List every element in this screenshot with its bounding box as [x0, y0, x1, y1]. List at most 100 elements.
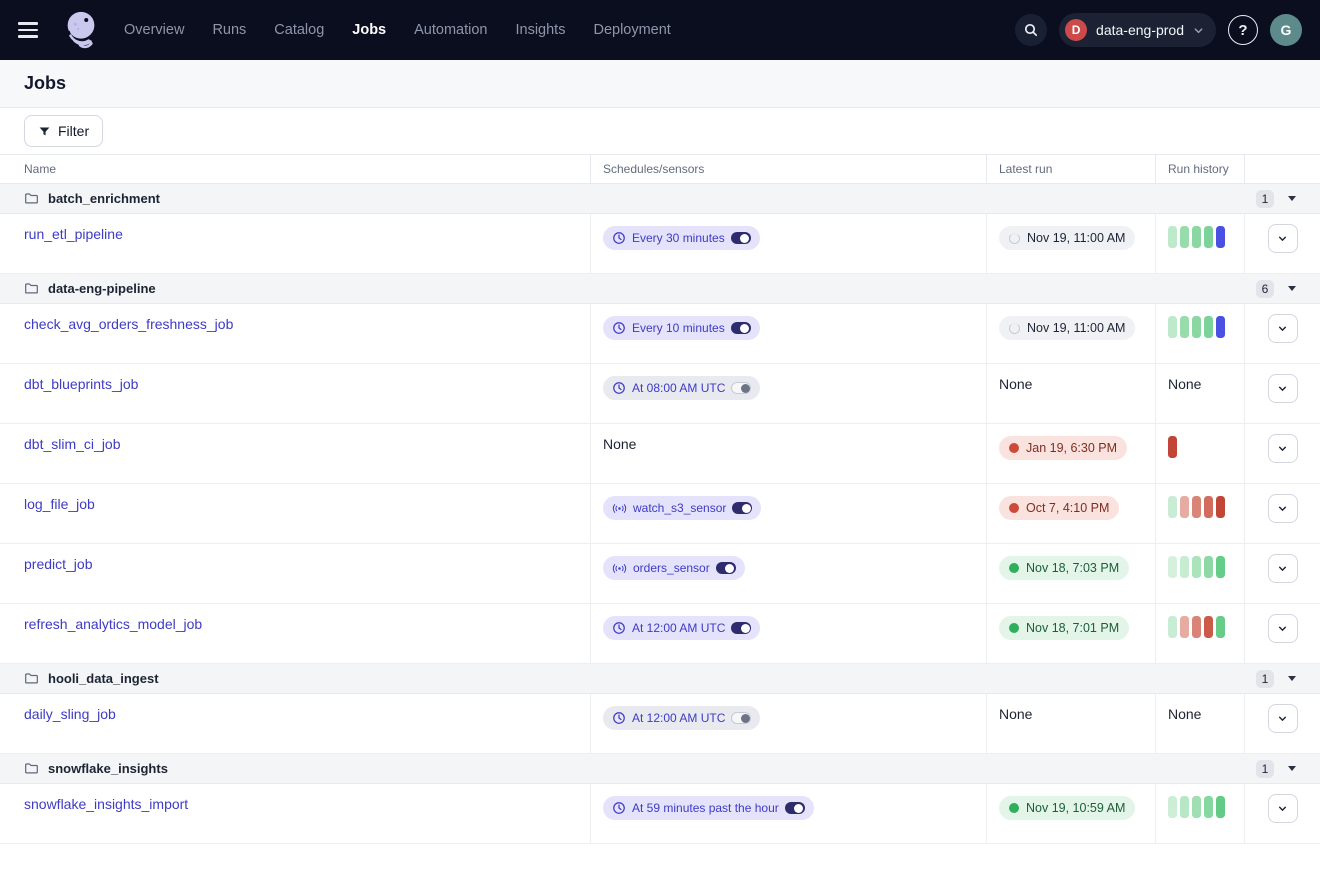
row-expand-button[interactable]: [1268, 794, 1298, 823]
latest-run-pill[interactable]: Jan 19, 6:30 PM: [999, 436, 1127, 460]
run-history-chip[interactable]: [1192, 796, 1201, 818]
run-history-chip[interactable]: [1204, 796, 1213, 818]
user-avatar[interactable]: G: [1270, 14, 1302, 46]
nav-item-automation[interactable]: Automation: [414, 22, 487, 38]
dagster-logo-icon[interactable]: [60, 7, 102, 53]
run-history-chip[interactable]: [1204, 316, 1213, 338]
row-expand-button[interactable]: [1268, 224, 1298, 253]
nav-item-deployment[interactable]: Deployment: [593, 22, 670, 38]
schedule-chip[interactable]: At 12:00 AM UTC: [603, 706, 760, 730]
hamburger-menu-icon[interactable]: [16, 15, 46, 45]
caret-down-icon[interactable]: [1288, 766, 1296, 771]
caret-down-icon[interactable]: [1288, 286, 1296, 291]
help-icon[interactable]: ?: [1228, 15, 1258, 45]
job-link[interactable]: dbt_blueprints_job: [24, 376, 138, 392]
job-link[interactable]: log_file_job: [24, 496, 95, 512]
job-link[interactable]: check_avg_orders_freshness_job: [24, 316, 233, 332]
latest-run-pill[interactable]: Oct 7, 4:10 PM: [999, 496, 1119, 520]
latest-run-pill[interactable]: Nov 18, 7:01 PM: [999, 616, 1129, 640]
run-history-chip[interactable]: [1180, 226, 1189, 248]
group-name: snowflake_insights: [48, 761, 168, 776]
run-history-chip[interactable]: [1168, 226, 1177, 248]
schedule-chip[interactable]: Every 30 minutes: [603, 226, 760, 250]
schedule-chip[interactable]: Every 10 minutes: [603, 316, 760, 340]
job-group-row[interactable]: hooli_data_ingest1: [0, 664, 1320, 694]
run-history-chip[interactable]: [1216, 496, 1225, 518]
folder-icon: [24, 191, 39, 206]
latest-run-pill[interactable]: Nov 19, 11:00 AM: [999, 226, 1135, 250]
caret-down-icon[interactable]: [1288, 196, 1296, 201]
run-history-chip[interactable]: [1192, 556, 1201, 578]
job-group-row[interactable]: batch_enrichment1: [0, 184, 1320, 214]
job-link[interactable]: predict_job: [24, 556, 93, 572]
run-history-chip[interactable]: [1168, 556, 1177, 578]
page-title: Jobs: [24, 73, 66, 94]
run-history-chip[interactable]: [1216, 616, 1225, 638]
schedule-chip[interactable]: At 08:00 AM UTC: [603, 376, 760, 400]
run-history-chip[interactable]: [1192, 616, 1201, 638]
run-history-chip[interactable]: [1204, 556, 1213, 578]
schedule-toggle[interactable]: [731, 382, 751, 394]
row-expand-button[interactable]: [1268, 434, 1298, 463]
run-history-chip[interactable]: [1180, 616, 1189, 638]
run-history-chip[interactable]: [1216, 796, 1225, 818]
run-history-chip[interactable]: [1216, 226, 1225, 248]
row-expand-button[interactable]: [1268, 704, 1298, 733]
run-history-chip[interactable]: [1192, 316, 1201, 338]
job-link[interactable]: snowflake_insights_import: [24, 796, 188, 812]
run-history-chip[interactable]: [1192, 226, 1201, 248]
schedule-chip[interactable]: At 12:00 AM UTC: [603, 616, 760, 640]
run-history-chip[interactable]: [1204, 496, 1213, 518]
run-history-chip[interactable]: [1180, 556, 1189, 578]
latest-run-pill[interactable]: Nov 18, 7:03 PM: [999, 556, 1129, 580]
latest-run-pill[interactable]: Nov 19, 10:59 AM: [999, 796, 1135, 820]
run-history-chip[interactable]: [1180, 496, 1189, 518]
job-link[interactable]: daily_sling_job: [24, 706, 116, 722]
sensor-chip[interactable]: watch_s3_sensor: [603, 496, 761, 520]
nav-item-overview[interactable]: Overview: [124, 22, 184, 38]
row-expand-button[interactable]: [1268, 614, 1298, 643]
job-group-row[interactable]: data-eng-pipeline6: [0, 274, 1320, 304]
run-history-chip[interactable]: [1168, 616, 1177, 638]
filter-button[interactable]: Filter: [24, 115, 103, 147]
sensor-chip[interactable]: orders_sensor: [603, 556, 745, 580]
deployment-switcher[interactable]: D data-eng-prod: [1059, 13, 1216, 47]
job-link[interactable]: refresh_analytics_model_job: [24, 616, 202, 632]
row-expand-button[interactable]: [1268, 554, 1298, 583]
schedule-toggle[interactable]: [731, 232, 751, 244]
latest-run-pill[interactable]: Nov 19, 11:00 AM: [999, 316, 1135, 340]
nav-item-jobs[interactable]: Jobs: [352, 22, 386, 38]
row-expand-button[interactable]: [1268, 494, 1298, 523]
nav-item-insights[interactable]: Insights: [515, 22, 565, 38]
sensor-toggle[interactable]: [732, 502, 752, 514]
run-history-chip[interactable]: [1204, 616, 1213, 638]
clock-icon: [612, 801, 626, 815]
run-history-chip[interactable]: [1168, 316, 1177, 338]
nav-item-catalog[interactable]: Catalog: [274, 22, 324, 38]
run-history-chip[interactable]: [1192, 496, 1201, 518]
schedule-toggle[interactable]: [785, 802, 805, 814]
job-group-row[interactable]: snowflake_insights1: [0, 754, 1320, 784]
row-expand-button[interactable]: [1268, 374, 1298, 403]
schedule-toggle[interactable]: [731, 712, 751, 724]
schedule-toggle[interactable]: [731, 622, 751, 634]
job-row: dbt_slim_ci_jobNoneJan 19, 6:30 PM: [0, 424, 1320, 484]
run-history-chip[interactable]: [1168, 496, 1177, 518]
schedule-chip[interactable]: At 59 minutes past the hour: [603, 796, 814, 820]
run-history-chip[interactable]: [1168, 796, 1177, 818]
caret-down-icon[interactable]: [1288, 676, 1296, 681]
column-header-name: Name: [0, 155, 590, 183]
nav-item-runs[interactable]: Runs: [212, 22, 246, 38]
run-history-chip[interactable]: [1180, 316, 1189, 338]
run-history-chip[interactable]: [1168, 436, 1177, 458]
run-history-chip[interactable]: [1180, 796, 1189, 818]
run-history-chip[interactable]: [1216, 556, 1225, 578]
run-history-chip[interactable]: [1216, 316, 1225, 338]
job-link[interactable]: run_etl_pipeline: [24, 226, 123, 242]
schedule-toggle[interactable]: [731, 322, 751, 334]
sensor-toggle[interactable]: [716, 562, 736, 574]
run-history-chip[interactable]: [1204, 226, 1213, 248]
row-expand-button[interactable]: [1268, 314, 1298, 343]
job-link[interactable]: dbt_slim_ci_job: [24, 436, 121, 452]
search-icon[interactable]: [1015, 14, 1047, 46]
